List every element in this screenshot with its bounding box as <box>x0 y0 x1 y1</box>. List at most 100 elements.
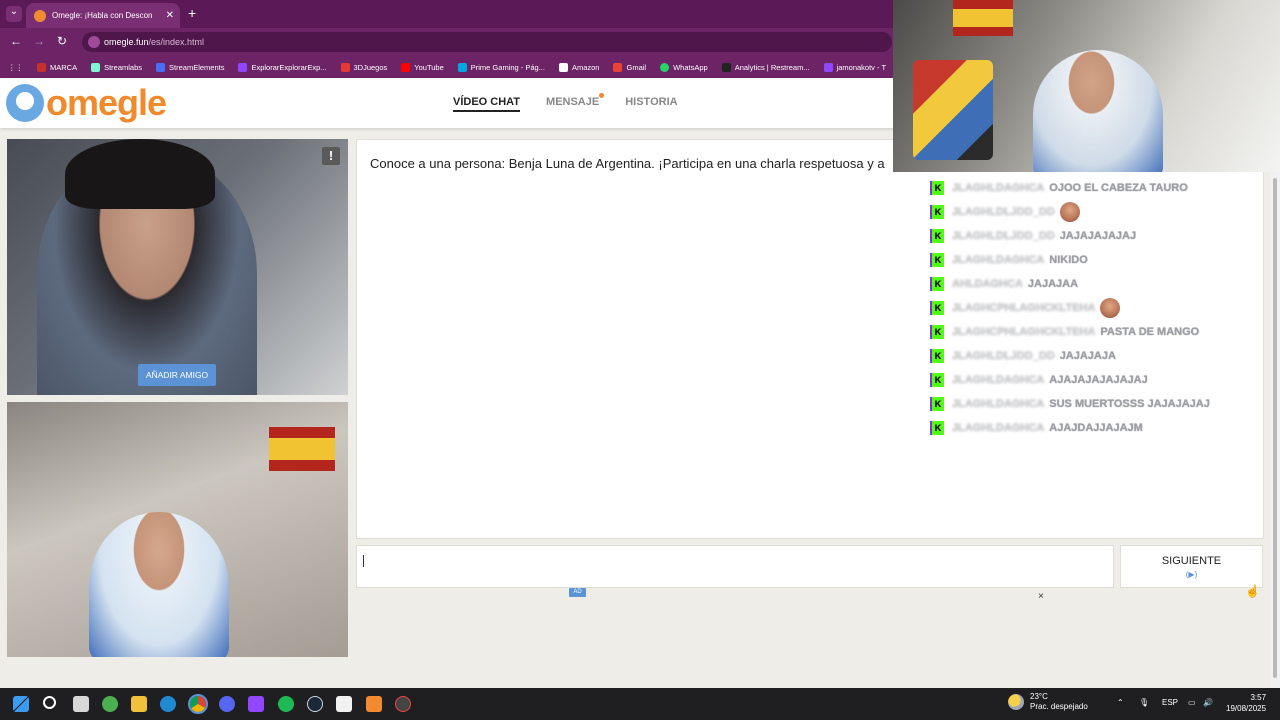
youtube-icon <box>401 62 411 72</box>
apps-grid-icon[interactable]: ⋮⋮ <box>8 63 23 72</box>
weather-temp: 23°C <box>1030 692 1048 701</box>
volume-icon[interactable]: 🔊 <box>1203 698 1213 707</box>
gmail-icon <box>613 62 623 72</box>
bookmark-youtube[interactable]: YouTube <box>401 62 444 72</box>
ad-badge: AD <box>569 588 586 597</box>
restream-icon <box>721 62 731 72</box>
chat-row: K JLAGHLDAGHCA SUS MUERTOSSS JAJAJAJAJ <box>930 392 1260 416</box>
omegle-logo[interactable]: omegle <box>6 82 167 123</box>
clock-time: 3:57 <box>1250 693 1267 702</box>
bookmark-streamlabs[interactable]: Streamlabs <box>91 62 142 72</box>
page-scrollbar[interactable] <box>1270 172 1280 688</box>
bookmark-explorar[interactable]: ExplorarExplorarExp... <box>238 62 327 72</box>
edge-icon[interactable] <box>160 696 176 712</box>
ad-close-icon[interactable]: × <box>1038 591 1044 602</box>
app-icon[interactable] <box>366 696 382 712</box>
kick-icon: K <box>930 421 944 435</box>
clock-date: 19/08/2025 <box>1226 704 1267 713</box>
obs-icon[interactable] <box>395 696 411 712</box>
nav-video-chat[interactable]: VÍDEO CHAT <box>453 96 521 112</box>
chat-message-input[interactable] <box>356 545 1114 588</box>
prime-gaming-icon <box>457 62 467 72</box>
next-button-label: SIGUIENTE <box>1161 555 1222 567</box>
tab-close-icon[interactable]: ✕ <box>166 10 180 21</box>
kick-icon: K <box>930 301 944 315</box>
bookmark-marca[interactable]: MARCA <box>37 62 77 72</box>
report-button[interactable]: ! <box>322 147 340 165</box>
gaming-chair <box>913 60 993 160</box>
bookmark-amazon[interactable]: Amazon <box>558 62 599 72</box>
3djuegos-icon <box>340 62 350 72</box>
tab-search-button[interactable]: ⌄ <box>6 6 22 22</box>
streamelements-icon <box>156 62 166 72</box>
omegle-favicon-icon <box>34 9 46 22</box>
chat-row: K JLAGHLDAGHCA OJOO EL CABEZA TAURO <box>930 176 1260 200</box>
site-info-icon[interactable] <box>88 36 100 48</box>
microphone-icon[interactable]: 🎙 <box>1139 698 1149 707</box>
bookmark-prime-gaming[interactable]: Prime Gaming - Pág... <box>457 62 545 72</box>
bookmark-jamonakotv[interactable]: jamonakotv - T <box>823 62 886 72</box>
bookmark-restream[interactable]: Analytics | Restream... <box>721 62 810 72</box>
kick-icon: K <box>930 349 944 363</box>
site-nav: VÍDEO CHAT MENSAJE HISTORIA <box>453 93 678 112</box>
twitch-icon[interactable] <box>248 696 264 712</box>
chat-row: K JLAGHLDAGHCA AJAJAJAJAJAJAJ <box>930 368 1260 392</box>
streamer-person <box>1033 50 1163 172</box>
steam-icon[interactable] <box>307 696 323 712</box>
network-icon[interactable]: ▭ <box>1188 698 1196 707</box>
weather-widget[interactable]: 23°C Prac. despejado <box>1008 692 1088 712</box>
windows-taskbar <box>0 688 1280 720</box>
bookmark-3djuegos[interactable]: 3DJuegos <box>340 62 387 72</box>
add-friend-button[interactable]: AÑADIR AMIGO <box>138 364 216 386</box>
bookmark-gmail[interactable]: Gmail <box>613 62 646 72</box>
system-clock[interactable]: 3:57 19/08/2025 <box>1226 692 1266 714</box>
chat-row: K AHLDAGHCA JAJAJAA <box>930 272 1260 296</box>
nav-mensaje[interactable]: MENSAJE <box>546 93 605 112</box>
chevron-up-icon[interactable]: ⌃ <box>1117 698 1124 707</box>
scrollbar-thumb[interactable] <box>1273 178 1277 678</box>
emote-icon <box>1100 298 1121 318</box>
streamer-webcam-overlay <box>893 0 1280 172</box>
forward-arrow-icon[interactable]: → <box>33 34 45 48</box>
discord-icon[interactable] <box>219 696 235 712</box>
twitch-icon <box>238 62 248 72</box>
tab-omegle[interactable]: Omegle: ¡Habla con Descon ✕ <box>26 3 180 28</box>
chat-row: K JLAGHCPHLAGHCKLTEHA <box>930 296 1260 320</box>
xbox-icon[interactable] <box>102 696 118 712</box>
language-indicator[interactable]: ESP <box>1162 698 1178 707</box>
mouse-pointer-icon: ☝ <box>1245 584 1260 598</box>
search-icon[interactable] <box>43 696 56 709</box>
url-host: omegle.fun <box>104 37 149 47</box>
reload-icon[interactable]: ↻ <box>57 34 67 48</box>
capcut-icon[interactable] <box>336 696 352 712</box>
kick-icon: K <box>930 205 944 219</box>
task-view-icon[interactable] <box>73 696 89 712</box>
tab-title: Omegle: ¡Habla con Descon <box>52 11 153 20</box>
spotify-icon[interactable] <box>278 696 294 712</box>
kick-icon: K <box>930 229 944 243</box>
system-message: Conoce a una persona: Benja Luna de Arge… <box>370 156 885 171</box>
stranger-hair <box>65 139 215 209</box>
amazon-icon <box>558 62 568 72</box>
chat-row: K JLAGHLDLJDD_DD <box>930 200 1260 224</box>
bookmark-whatsapp[interactable]: WhatsApp <box>660 62 708 72</box>
address-bar[interactable]: omegle.fun/es/index.html <box>82 32 892 52</box>
bookmark-streamelements[interactable]: StreamElements <box>156 62 224 72</box>
chat-row: K JLAGHLDAGHCA NIKIDO <box>930 248 1260 272</box>
self-video <box>7 402 348 657</box>
kick-icon: K <box>930 253 944 267</box>
file-explorer-icon[interactable] <box>131 696 147 712</box>
next-button[interactable]: SIGUIENTE (▶) <box>1120 545 1263 588</box>
spain-flag <box>269 427 335 471</box>
chrome-icon[interactable] <box>188 694 208 714</box>
new-tab-button[interactable]: + <box>188 5 196 21</box>
back-arrow-icon[interactable]: ← <box>10 34 22 48</box>
kick-icon: K <box>930 373 944 387</box>
weather-desc: Prac. despejado <box>1030 702 1088 711</box>
windows-start-icon[interactable] <box>13 696 29 712</box>
kick-icon: K <box>930 397 944 411</box>
text-caret <box>363 555 364 567</box>
nav-historia[interactable]: HISTORIA <box>625 96 677 112</box>
chat-row: K JLAGHLDLJDD_DD JAJAJAJAJAJ <box>930 224 1260 248</box>
emote-icon <box>1059 202 1080 222</box>
